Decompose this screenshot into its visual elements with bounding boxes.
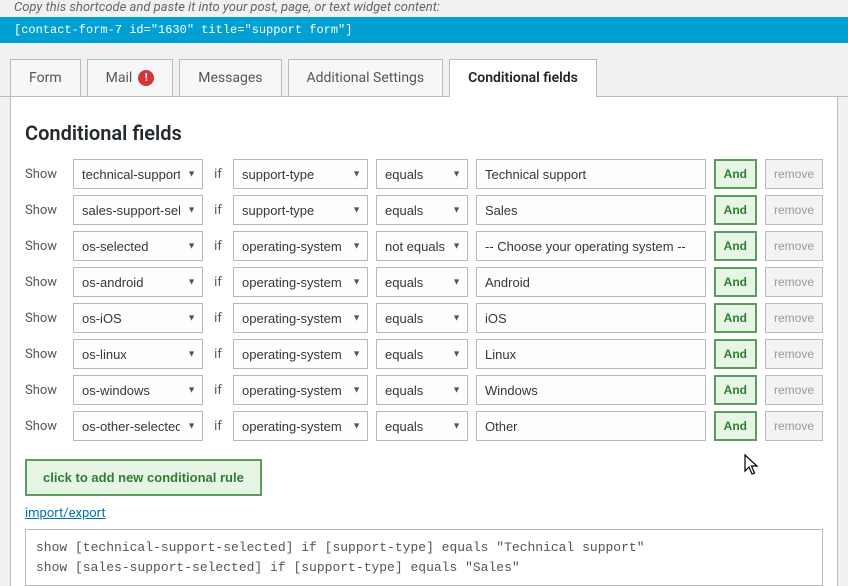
and-button[interactable]: And: [714, 339, 757, 369]
field-select[interactable]: support-type: [233, 159, 368, 189]
remove-button[interactable]: remove: [765, 303, 823, 333]
rule-row: Show os-selected if operating-system not equ…: [25, 231, 823, 261]
and-button[interactable]: And: [714, 303, 757, 333]
tabs: Form Mail ! Messages Additional Settings…: [0, 59, 848, 97]
section-title: Conditional fields: [25, 121, 823, 145]
tab-additional-settings[interactable]: Additional Settings: [288, 59, 444, 96]
if-label: if: [211, 275, 225, 290]
value-input[interactable]: [476, 339, 706, 369]
cursor-icon: [740, 453, 760, 477]
import-export-link[interactable]: import/export: [25, 506, 106, 521]
group-select[interactable]: os-iOS: [73, 303, 203, 333]
rule-row: Show sales-support-sele if support-type equa…: [25, 195, 823, 225]
tab-mail-label: Mail: [106, 70, 133, 86]
and-button[interactable]: And: [714, 159, 757, 189]
shortcode-bar[interactable]: [contact-form-7 id="1630" title="support…: [0, 17, 848, 43]
show-label: Show: [25, 239, 65, 254]
rule-row: Show os-linux if operating-system equals Andr…: [25, 339, 823, 369]
shortcode-hint: Copy this shortcode and paste it into yo…: [0, 0, 848, 15]
rule-row: Show technical-support if support-type equal…: [25, 159, 823, 189]
if-label: if: [211, 347, 225, 362]
group-select[interactable]: os-selected: [73, 231, 203, 261]
and-button[interactable]: And: [714, 195, 757, 225]
group-select[interactable]: os-android: [73, 267, 203, 297]
show-label: Show: [25, 167, 65, 182]
and-button[interactable]: And: [714, 411, 757, 441]
group-select[interactable]: sales-support-sele: [73, 195, 203, 225]
if-label: if: [211, 203, 225, 218]
remove-button[interactable]: remove: [765, 411, 823, 441]
rule-row: Show os-iOS if operating-system equals Andrem…: [25, 303, 823, 333]
show-label: Show: [25, 311, 65, 326]
value-input[interactable]: [476, 411, 706, 441]
field-select[interactable]: operating-system: [233, 339, 368, 369]
show-label: Show: [25, 383, 65, 398]
value-input[interactable]: [476, 375, 706, 405]
add-rule-button[interactable]: click to add new conditional rule: [25, 459, 262, 496]
and-button[interactable]: And: [714, 375, 757, 405]
show-label: Show: [25, 275, 65, 290]
value-input[interactable]: [476, 303, 706, 333]
rule-row: Show os-android if operating-system equals An…: [25, 267, 823, 297]
tab-mail[interactable]: Mail !: [87, 59, 174, 96]
operator-select[interactable]: equals: [376, 195, 468, 225]
remove-button[interactable]: remove: [765, 195, 823, 225]
operator-select[interactable]: not equals: [376, 231, 468, 261]
export-textarea[interactable]: show [technical-support-selected] if [su…: [25, 529, 823, 586]
show-label: Show: [25, 347, 65, 362]
if-label: if: [211, 167, 225, 182]
tab-conditional-fields[interactable]: Conditional fields: [449, 59, 597, 96]
remove-button[interactable]: remove: [765, 231, 823, 261]
if-label: if: [211, 239, 225, 254]
field-select[interactable]: operating-system: [233, 411, 368, 441]
show-label: Show: [25, 203, 65, 218]
operator-select[interactable]: equals: [376, 267, 468, 297]
operator-select[interactable]: equals: [376, 375, 468, 405]
operator-select[interactable]: equals: [376, 303, 468, 333]
alert-icon: !: [138, 70, 154, 86]
tab-messages[interactable]: Messages: [179, 59, 281, 96]
if-label: if: [211, 383, 225, 398]
value-input[interactable]: [476, 231, 706, 261]
group-select[interactable]: os-other-selected: [73, 411, 203, 441]
group-select[interactable]: os-linux: [73, 339, 203, 369]
if-label: if: [211, 419, 225, 434]
group-select[interactable]: technical-support: [73, 159, 203, 189]
remove-button[interactable]: remove: [765, 375, 823, 405]
rule-row: Show os-other-selected if operating-system e…: [25, 411, 823, 441]
rules-list: Show technical-support if support-type equal…: [25, 159, 823, 441]
field-select[interactable]: operating-system: [233, 375, 368, 405]
value-input[interactable]: [476, 159, 706, 189]
field-select[interactable]: operating-system: [233, 231, 368, 261]
and-button[interactable]: And: [714, 231, 757, 261]
operator-select[interactable]: equals: [376, 339, 468, 369]
field-select[interactable]: operating-system: [233, 303, 368, 333]
rule-row: Show os-windows if operating-system equals An…: [25, 375, 823, 405]
and-button[interactable]: And: [714, 267, 757, 297]
conditional-fields-panel: Conditional fields Show technical-support…: [10, 97, 838, 586]
value-input[interactable]: [476, 195, 706, 225]
remove-button[interactable]: remove: [765, 267, 823, 297]
value-input[interactable]: [476, 267, 706, 297]
remove-button[interactable]: remove: [765, 339, 823, 369]
if-label: if: [211, 311, 225, 326]
show-label: Show: [25, 419, 65, 434]
operator-select[interactable]: equals: [376, 411, 468, 441]
operator-select[interactable]: equals: [376, 159, 468, 189]
field-select[interactable]: operating-system: [233, 267, 368, 297]
field-select[interactable]: support-type: [233, 195, 368, 225]
remove-button[interactable]: remove: [765, 159, 823, 189]
group-select[interactable]: os-windows: [73, 375, 203, 405]
tab-form[interactable]: Form: [10, 59, 81, 96]
